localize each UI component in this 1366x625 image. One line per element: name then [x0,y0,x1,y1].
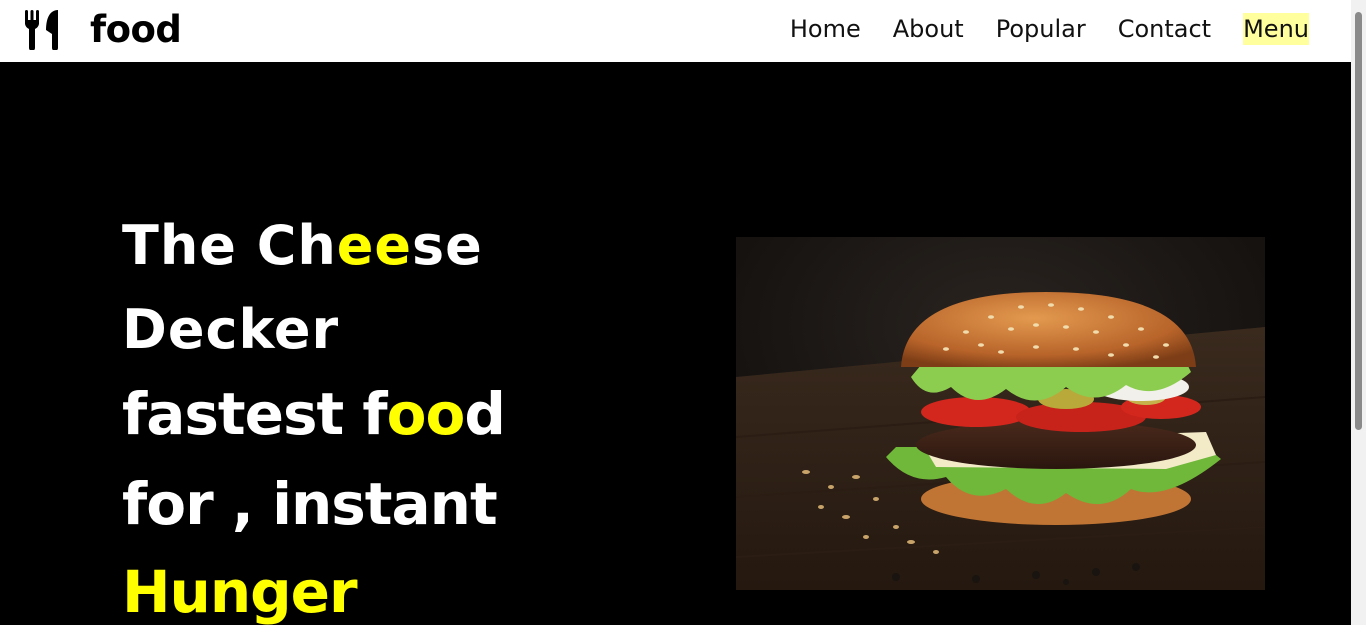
brand-logo[interactable]: food [24,7,182,51]
scrollbar-thumb[interactable] [1355,12,1362,430]
hero-line-3-pre: fastest f [122,380,388,448]
hero-line-3: fastest food [122,380,506,448]
nav-popular[interactable]: Popular [996,13,1086,45]
fork-knife-icon [25,10,58,50]
hero-line-3-post: d [464,380,506,448]
hero-line-2: Decker [122,298,340,361]
hero-line-1: The Cheese [122,214,483,277]
brand-name: food [90,7,182,51]
nav-home[interactable]: Home [790,13,861,45]
hero-line-5: Hunger [122,558,358,625]
hero-line-1-pre: The Ch [122,214,337,277]
nav-links: Home About Popular Contact Menu [758,13,1309,45]
hero-line-1-post: se [412,214,483,277]
nav-about[interactable]: About [893,13,964,45]
burger-photo [736,237,1265,590]
vertical-scrollbar[interactable] [1351,0,1366,625]
nav-contact[interactable]: Contact [1118,13,1211,45]
hero-line-4: for , instant [122,470,498,538]
navbar: food Home About Popular Contact Menu [0,0,1351,62]
hero-line-1-highlight: ee [336,214,413,277]
nav-menu[interactable]: Menu [1243,13,1309,45]
hero-section: The Cheese Decker fastest food for , ins… [0,62,1351,625]
hero-line-3-highlight: oo [386,380,466,448]
